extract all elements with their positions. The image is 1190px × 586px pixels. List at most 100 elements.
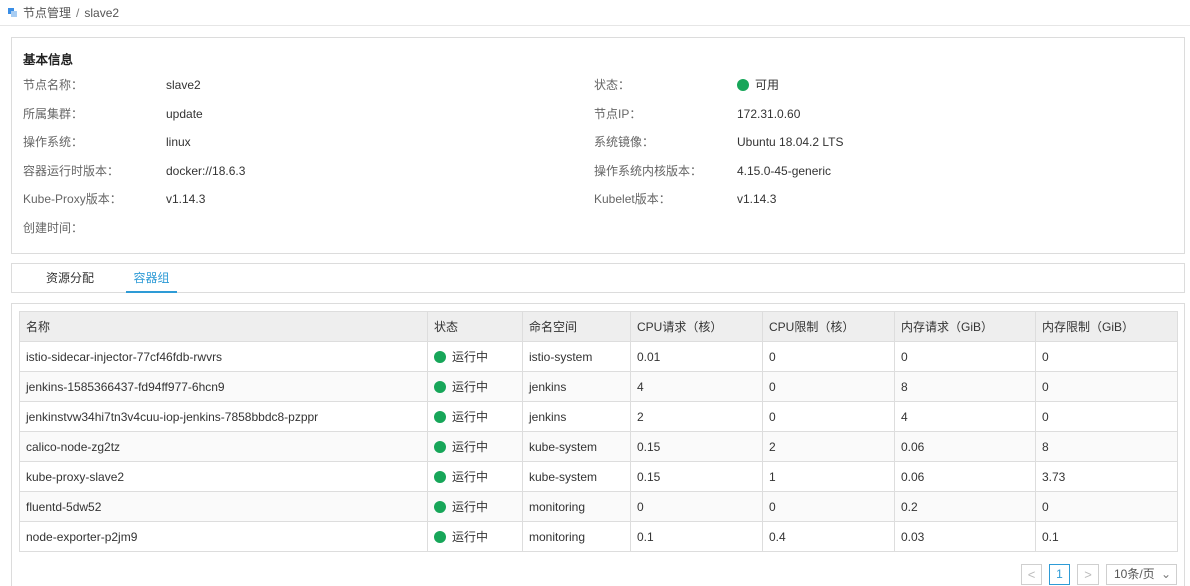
next-page-button[interactable]: > <box>1077 564 1099 585</box>
table-row: fluentd-5dw52 运行中 monitoring 0 0 0.2 0 <box>19 491 1178 522</box>
cpu-request: 2 <box>630 401 763 432</box>
status-text: 运行中 <box>452 410 489 424</box>
info-value: slave2 <box>166 78 201 92</box>
status-dot-icon <box>434 441 446 453</box>
page-size-select[interactable]: 10条/页 ⌄ <box>1106 564 1177 585</box>
column-header-cpu-request: CPU请求（核） <box>630 311 763 342</box>
pod-namespace: istio-system <box>522 341 631 372</box>
pod-name: kube-proxy-slave2 <box>19 461 428 492</box>
info-value: v1.14.3 <box>737 192 777 206</box>
pod-namespace: monitoring <box>522 521 631 552</box>
status-dot-icon <box>434 501 446 513</box>
mem-request: 0 <box>894 341 1036 372</box>
cpu-limit: 0.4 <box>762 521 895 552</box>
status-dot-icon <box>434 381 446 393</box>
pod-name: calico-node-zg2tz <box>19 431 428 462</box>
cpu-limit: 0 <box>762 371 895 402</box>
pod-status: 运行中 <box>427 491 523 522</box>
mem-request: 0.2 <box>894 491 1036 522</box>
pod-namespace: kube-system <box>522 431 631 462</box>
column-header-mem-request: 内存请求（GiB） <box>894 311 1036 342</box>
pod-name: jenkinstvw34hi7tn3v4cuu-iop-jenkins-7858… <box>19 401 428 432</box>
pod-status: 运行中 <box>427 371 523 402</box>
status-text: 运行中 <box>452 530 489 544</box>
pod-name: fluentd-5dw52 <box>19 491 428 522</box>
status-dot-icon <box>737 79 749 91</box>
pod-namespace: monitoring <box>522 491 631 522</box>
info-label: 容器运行时版本： <box>23 164 120 178</box>
basic-info-title: 基本信息 <box>23 53 74 67</box>
status-dot-icon <box>434 411 446 423</box>
info-label: 创建时间： <box>23 221 84 235</box>
cpu-limit: 0 <box>762 341 895 372</box>
info-label: 节点IP： <box>594 107 642 121</box>
info-label: 状态： <box>594 78 631 92</box>
info-label: 所属集群： <box>23 107 84 121</box>
info-value: Ubuntu 18.04.2 LTS <box>737 135 844 149</box>
column-header-cpu-limit: CPU限制（核） <box>762 311 895 342</box>
info-label: 操作系统： <box>23 135 84 149</box>
table-row: kube-proxy-slave2 运行中 kube-system 0.15 1… <box>19 461 1178 492</box>
cpu-request: 0.15 <box>630 431 763 462</box>
info-value: linux <box>166 135 191 149</box>
status-dot-icon <box>434 351 446 363</box>
cpu-limit: 1 <box>762 461 895 492</box>
status-text: 运行中 <box>452 350 489 364</box>
status-text: 运行中 <box>452 500 489 514</box>
breadcrumb-section[interactable]: 节点管理 <box>23 4 71 21</box>
table-row: jenkinstvw34hi7tn3v4cuu-iop-jenkins-7858… <box>19 401 1178 432</box>
prev-page-button[interactable]: < <box>1021 564 1042 585</box>
info-label: 节点名称： <box>23 78 84 92</box>
page-1-button[interactable]: 1 <box>1049 564 1070 585</box>
info-label: 操作系统内核版本： <box>594 164 703 178</box>
info-label: Kubelet版本： <box>594 192 671 206</box>
mem-limit: 8 <box>1035 431 1178 462</box>
table-row: calico-node-zg2tz 运行中 kube-system 0.15 2… <box>19 431 1178 462</box>
tab-resource-allocation[interactable]: 资源分配 <box>38 264 102 293</box>
pod-name: jenkins-1585366437-fd94ff977-6hcn9 <box>19 371 428 402</box>
pod-name: node-exporter-p2jm9 <box>19 521 428 552</box>
info-value: 4.15.0-45-generic <box>737 164 832 178</box>
pod-status: 运行中 <box>427 521 523 552</box>
pod-name: istio-sidecar-injector-77cf46fdb-rwvrs <box>19 341 428 372</box>
mem-limit: 0 <box>1035 491 1178 522</box>
pods-table: 名称 状态 命名空间 CPU请求（核） CPU限制（核） 内存请求（GiB） 内… <box>19 311 1178 552</box>
breadcrumb-separator: / <box>76 5 80 20</box>
table-row: jenkins-1585366437-fd94ff977-6hcn9 运行中 j… <box>19 371 1178 402</box>
column-header-namespace: 命名空间 <box>522 311 631 342</box>
status-text: 运行中 <box>452 380 489 394</box>
mem-request: 0.06 <box>894 431 1036 462</box>
page-size-value: 10条/页 <box>1114 567 1155 581</box>
pod-namespace: kube-system <box>522 461 631 492</box>
pod-namespace: jenkins <box>522 371 631 402</box>
cpu-request: 0.15 <box>630 461 763 492</box>
column-header-status: 状态 <box>427 311 523 342</box>
breadcrumb: 节点管理 / slave2 <box>0 0 1190 26</box>
cpu-request: 0 <box>630 491 763 522</box>
basic-info-panel: 基本信息 节点名称： slave2 所属集群： update 操作系统： lin… <box>11 37 1185 254</box>
mem-request: 0.03 <box>894 521 1036 552</box>
tab-pods[interactable]: 容器组 <box>126 264 177 293</box>
status-text: 运行中 <box>452 440 489 454</box>
info-value: update <box>166 107 203 121</box>
tab-bar: 资源分配 容器组 <box>11 263 1185 293</box>
cpu-limit: 2 <box>762 431 895 462</box>
status-dot-icon <box>434 471 446 483</box>
cpu-request: 0.1 <box>630 521 763 552</box>
pod-status: 运行中 <box>427 461 523 492</box>
mem-limit: 0 <box>1035 341 1178 372</box>
info-value: 172.31.0.60 <box>737 107 801 121</box>
status-text: 运行中 <box>452 470 489 484</box>
cpu-limit: 0 <box>762 491 895 522</box>
mem-request: 0.06 <box>894 461 1036 492</box>
table-row: istio-sidecar-injector-77cf46fdb-rwvrs 运… <box>19 341 1178 372</box>
mem-limit: 0 <box>1035 401 1178 432</box>
info-label: Kube-Proxy版本： <box>23 192 122 206</box>
status-dot-icon <box>434 531 446 543</box>
column-header-name: 名称 <box>19 311 428 342</box>
info-value: v1.14.3 <box>166 192 206 206</box>
mem-limit: 0.1 <box>1035 521 1178 552</box>
pods-panel: 名称 状态 命名空间 CPU请求（核） CPU限制（核） 内存请求（GiB） 内… <box>11 303 1185 586</box>
mem-limit: 3.73 <box>1035 461 1178 492</box>
cpu-request: 4 <box>630 371 763 402</box>
